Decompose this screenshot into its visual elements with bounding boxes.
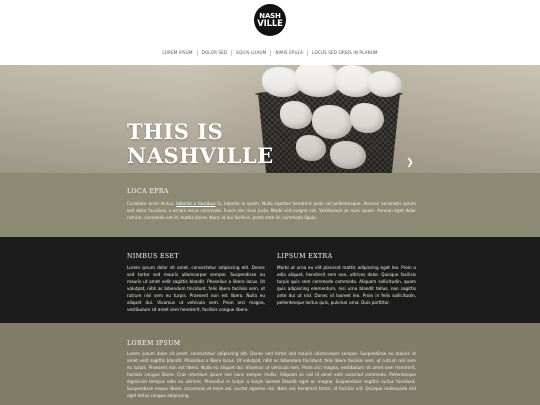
section-two-columns: NIMBUS ESET Lorem ipsum dolor sit amet, …	[0, 237, 540, 323]
chevron-down-icon[interactable]: ❯	[404, 157, 416, 169]
body-text-before-link: Curabitur enim lectus,	[127, 201, 177, 206]
section-body: Curabitur enim lectus, lobortis a faucib…	[127, 200, 416, 221]
site-logo[interactable]: NASH VILLE	[254, 4, 286, 36]
column-body-left: Lorem ipsum dolor sit amet, consectetur …	[127, 265, 265, 312]
column-heading-right: LIPSUM EXTRA	[277, 253, 333, 260]
hero-title: THIS IS NASHVILLE	[127, 120, 274, 168]
nav-item-locus-sed-orbis[interactable]: LOCUS SED ORBIS IN PLANUM	[308, 50, 381, 56]
hero-title-line1: THIS IS	[127, 119, 224, 144]
nav-item-dolor-sed[interactable]: DOLOR SED	[198, 50, 233, 56]
body-inline-link[interactable]: lobortis a faucibus	[176, 201, 215, 206]
nav-item-lorem-ipsum[interactable]: LOREM IPSUM	[158, 50, 198, 56]
section-heading: LOREM IPSUM	[127, 340, 181, 347]
nav-item-nimis-epula[interactable]: NIMIS EPULA	[271, 50, 309, 56]
main-nav: LOREM IPSUM DOLOR SED EQUIS LUAUM NIMIS …	[0, 48, 540, 58]
section-lorem-ipsum: LOREM IPSUM Lorem ipsum dolor sit amet, …	[0, 323, 540, 405]
page: NASH VILLE LOREM IPSUM DOLOR SED EQUIS L…	[0, 0, 540, 405]
site-header: NASH VILLE LOREM IPSUM DOLOR SED EQUIS L…	[0, 0, 540, 65]
hero-title-line2: NASHVILLE	[127, 143, 274, 168]
column-body-right: Morbi ut urna eu elit placerat mattis ad…	[277, 265, 416, 305]
section-body: Lorem ipsum dolor sit amet, consectetur …	[127, 351, 416, 398]
column-heading-left: NIMBUS ESET	[127, 253, 179, 260]
section-heading: LOCA EPRA	[127, 188, 169, 195]
nav-item-equis-luaum[interactable]: EQUIS LUAUM	[232, 50, 272, 56]
section-loca-epra: LOCA EPRA Curabitur enim lectus, loborti…	[0, 173, 540, 237]
logo-text-line2: VILLE	[257, 18, 283, 29]
